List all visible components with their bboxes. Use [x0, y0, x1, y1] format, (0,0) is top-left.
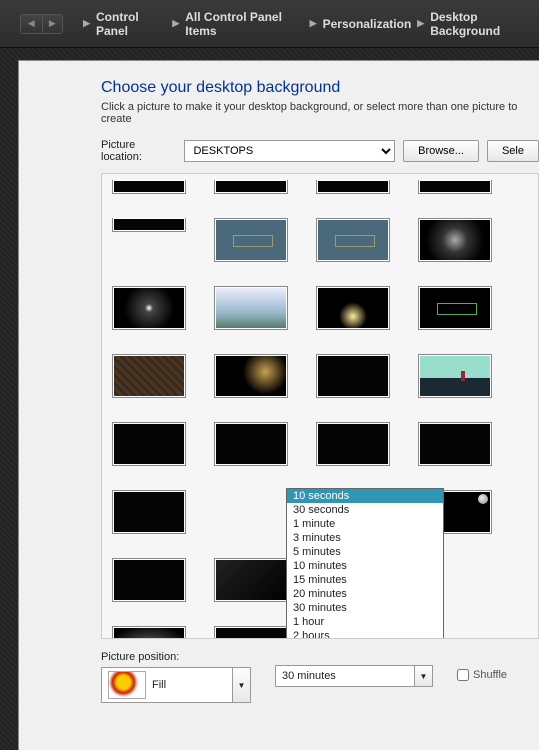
wallpaper-thumb[interactable] [112, 218, 186, 232]
position-value: Fill [152, 679, 232, 691]
interval-option[interactable]: 10 minutes [287, 559, 443, 573]
back-button[interactable]: ◀ [21, 15, 42, 33]
wallpaper-thumb[interactable] [316, 218, 390, 262]
chevron-right-icon: ▶ [172, 18, 179, 29]
interval-select[interactable]: 30 minutes ▼ [275, 665, 433, 687]
wallpaper-thumb[interactable] [112, 286, 186, 330]
wallpaper-thumb[interactable] [316, 286, 390, 330]
interval-option[interactable]: 30 seconds [287, 503, 443, 517]
wallpaper-thumb[interactable] [214, 180, 288, 194]
wallpaper-thumb[interactable] [418, 180, 492, 194]
browse-button[interactable]: Browse... [403, 140, 479, 162]
wallpaper-thumb[interactable] [214, 218, 288, 262]
breadcrumb-item[interactable]: Desktop Background [430, 10, 539, 38]
wallpaper-thumb[interactable] [112, 558, 186, 602]
title-bar: ◀ ▶ ▶ Control Panel ▶ All Control Panel … [0, 0, 539, 48]
chevron-right-icon: ▶ [417, 18, 424, 29]
interval-option[interactable]: 1 minute [287, 517, 443, 531]
position-preview-icon [108, 671, 146, 699]
wallpaper-thumb[interactable] [418, 286, 492, 330]
wallpaper-thumb[interactable] [112, 626, 186, 639]
chevron-down-icon[interactable]: ▼ [414, 666, 432, 686]
wallpaper-thumb[interactable] [214, 558, 288, 602]
wallpaper-thumb[interactable] [316, 422, 390, 466]
wallpaper-grid: 10 seconds30 seconds1 minute3 minutes5 m… [101, 173, 539, 639]
wallpaper-thumb[interactable] [214, 286, 288, 330]
interval-value: 30 minutes [276, 670, 414, 682]
wallpaper-thumb[interactable] [418, 422, 492, 466]
wallpaper-thumb[interactable] [112, 422, 186, 466]
wallpaper-thumb[interactable] [214, 626, 288, 639]
shuffle-checkbox[interactable] [457, 669, 469, 681]
interval-option[interactable]: 30 minutes [287, 601, 443, 615]
picture-position-select[interactable]: Fill ▼ [101, 667, 251, 703]
breadcrumb-item[interactable]: All Control Panel Items [185, 10, 303, 38]
wallpaper-thumb[interactable] [112, 490, 186, 534]
interval-option[interactable]: 10 seconds [287, 489, 443, 503]
chevron-down-icon[interactable]: ▼ [232, 668, 250, 702]
wallpaper-thumb[interactable] [418, 354, 492, 398]
interval-option[interactable]: 20 minutes [287, 587, 443, 601]
select-all-button[interactable]: Sele [487, 140, 539, 162]
interval-option[interactable]: 5 minutes [287, 545, 443, 559]
wallpaper-thumb[interactable] [316, 180, 390, 194]
page-subtitle: Click a picture to make it your desktop … [101, 101, 539, 125]
interval-option[interactable]: 15 minutes [287, 573, 443, 587]
nav-buttons: ◀ ▶ [20, 14, 63, 34]
interval-option[interactable]: 2 hours [287, 629, 443, 639]
breadcrumb-item[interactable]: Personalization [323, 17, 412, 31]
breadcrumb: ▶ Control Panel ▶ All Control Panel Item… [83, 10, 539, 38]
shuffle-label: Shuffle [473, 669, 507, 681]
content-window: Choose your desktop background Click a p… [18, 60, 539, 750]
picture-location-select[interactable]: DESKTOPS [184, 140, 395, 162]
wallpaper-thumb[interactable] [214, 354, 288, 398]
breadcrumb-item[interactable]: Control Panel [96, 10, 166, 38]
interval-option[interactable]: 1 hour [287, 615, 443, 629]
forward-button[interactable]: ▶ [42, 15, 63, 33]
page-title: Choose your desktop background [101, 79, 539, 97]
wallpaper-thumb[interactable] [418, 218, 492, 262]
picture-location-label: Picture location: [101, 139, 176, 163]
chevron-right-icon: ▶ [83, 18, 90, 29]
chevron-right-icon: ▶ [310, 18, 317, 29]
wallpaper-thumb[interactable] [112, 354, 186, 398]
interval-dropdown-list[interactable]: 10 seconds30 seconds1 minute3 minutes5 m… [286, 488, 444, 639]
picture-position-label: Picture position: [101, 651, 251, 663]
wallpaper-thumb[interactable] [214, 422, 288, 466]
interval-option[interactable]: 3 minutes [287, 531, 443, 545]
wallpaper-thumb[interactable] [316, 354, 390, 398]
wallpaper-thumb[interactable] [112, 180, 186, 194]
